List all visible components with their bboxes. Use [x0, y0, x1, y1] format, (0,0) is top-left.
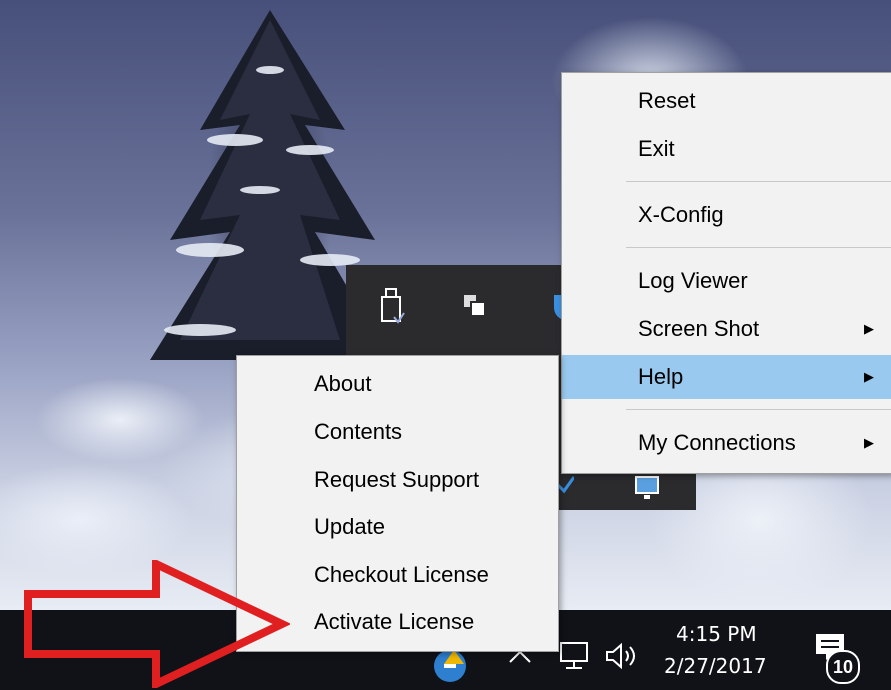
usb-drive-icon[interactable] [378, 287, 406, 327]
tray-context-menu: Reset Exit X-Config Log Viewer Screen Sh… [561, 72, 891, 474]
menu-item-help[interactable]: Help ▶ [562, 355, 891, 399]
clock-date[interactable]: 2/27/2017 [664, 654, 767, 678]
remote-desktop-icon[interactable] [634, 473, 664, 503]
menu-item-label: Checkout License [314, 562, 489, 587]
action-center-button[interactable]: 10 [814, 632, 864, 684]
windows-stack-icon[interactable] [462, 293, 488, 319]
menu-item-label: Screen Shot [638, 316, 760, 341]
menu-item-x-config[interactable]: X-Config [562, 193, 891, 237]
menu-item-label: Help [638, 364, 684, 389]
menu-separator [626, 181, 891, 182]
menu-item-my-connections[interactable]: My Connections ▶ [562, 421, 891, 465]
menu-separator [626, 247, 891, 248]
red-arrow-annotation [24, 560, 290, 688]
menu-item-label: Log Viewer [638, 268, 748, 293]
menu-item-label: Request Support [314, 467, 480, 492]
menu-item-label: Activate License [314, 609, 475, 634]
menu-item-exit[interactable]: Exit [562, 127, 891, 171]
menu-item-screen-shot[interactable]: Screen Shot ▶ [562, 307, 891, 351]
menu-item-label: About [314, 371, 372, 396]
network-icon[interactable] [558, 640, 592, 672]
menu-item-label: Reset [638, 88, 696, 113]
submenu-item-about[interactable]: About [237, 362, 558, 406]
menu-item-label: Update [314, 514, 385, 539]
menu-item-log-viewer[interactable]: Log Viewer [562, 259, 891, 303]
clock-time[interactable]: 4:15 PM [676, 622, 757, 646]
submenu-arrow-icon: ▶ [864, 435, 874, 450]
menu-item-label: Exit [638, 136, 675, 161]
submenu-item-contents[interactable]: Contents [237, 410, 558, 454]
volume-icon[interactable] [605, 642, 639, 670]
menu-item-reset[interactable]: Reset [562, 79, 891, 123]
submenu-item-update[interactable]: Update [237, 505, 558, 549]
menu-separator [626, 409, 891, 410]
menu-item-label: X-Config [638, 202, 724, 227]
menu-item-label: My Connections [638, 430, 796, 455]
menu-item-label: Contents [314, 419, 403, 444]
submenu-arrow-icon: ▶ [864, 321, 874, 336]
notification-count-badge: 10 [826, 650, 860, 684]
submenu-item-request-support[interactable]: Request Support [237, 458, 558, 502]
submenu-arrow-icon: ▶ [864, 369, 874, 384]
